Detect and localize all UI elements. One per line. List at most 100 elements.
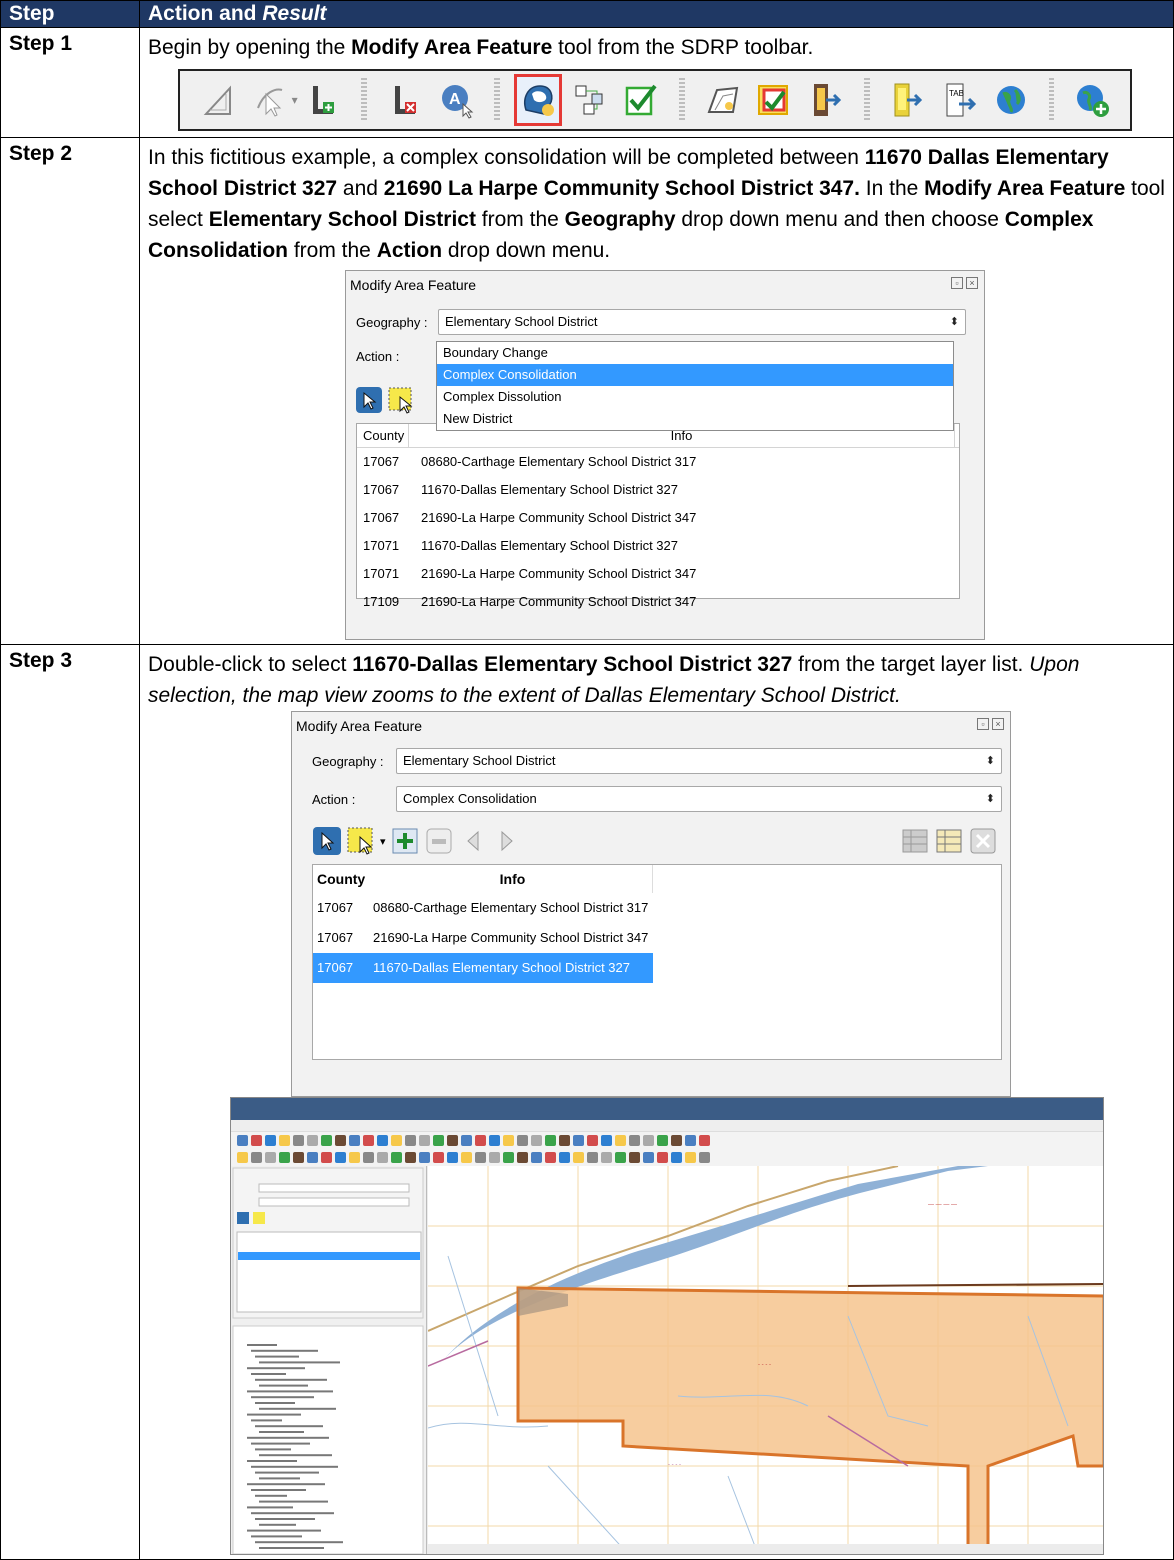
toolbar-button-icon[interactable]: [419, 1135, 430, 1146]
toolbar-button-icon[interactable]: [349, 1135, 360, 1146]
toolbar-button-icon[interactable]: [503, 1152, 514, 1163]
toolbar-button-icon[interactable]: [405, 1135, 416, 1146]
table-edit-icon[interactable]: [934, 826, 964, 856]
add-icon[interactable]: [390, 826, 420, 856]
dropdown-option[interactable]: Complex Consolidation: [437, 364, 953, 386]
chevron-down-icon[interactable]: ▾: [292, 93, 298, 107]
toolbar-button-icon[interactable]: [293, 1152, 304, 1163]
toolbar-button-icon[interactable]: [405, 1152, 416, 1163]
toolbar-button-icon[interactable]: [489, 1152, 500, 1163]
modify-area-feature-icon[interactable]: [513, 74, 562, 126]
table-row[interactable]: 17067 08680-Carthage Elementary School Di…: [357, 448, 959, 476]
select-rectangle-icon[interactable]: [386, 385, 416, 415]
export-icon[interactable]: [804, 76, 848, 124]
toolbar-button-icon[interactable]: [349, 1152, 360, 1163]
float-icon[interactable]: ▫: [977, 718, 989, 730]
table-grey-icon[interactable]: [900, 826, 930, 856]
toolbar-button-icon[interactable]: [391, 1152, 402, 1163]
toolbar-button-icon[interactable]: [419, 1152, 430, 1163]
target-layer-list[interactable]: County Info 17067 08680-Carthage Elementa…: [312, 864, 1002, 1060]
toolbar-button-icon[interactable]: [629, 1152, 640, 1163]
toolbar-button-icon[interactable]: [461, 1152, 472, 1163]
toolbar-button-icon[interactable]: [601, 1152, 612, 1163]
toolbar-button-icon[interactable]: [363, 1135, 374, 1146]
remove-icon[interactable]: [424, 826, 454, 856]
edit-shape-icon[interactable]: [701, 76, 745, 124]
toolbar-button-icon[interactable]: [321, 1135, 332, 1146]
toolbar-button-icon[interactable]: [363, 1152, 374, 1163]
toolbar-button-icon[interactable]: [531, 1152, 542, 1163]
toolbar-button-icon[interactable]: [629, 1135, 640, 1146]
toolbar-button-icon[interactable]: [377, 1152, 388, 1163]
toolbar-button-icon[interactable]: [279, 1152, 290, 1163]
table-row[interactable]: 17067 11670-Dallas Elementary School Dist…: [313, 953, 653, 983]
toolbar-button-icon[interactable]: [251, 1152, 262, 1163]
toolbar-button-icon[interactable]: [643, 1152, 654, 1163]
toolbar-button-icon[interactable]: [685, 1152, 696, 1163]
toolbar-button-icon[interactable]: [545, 1152, 556, 1163]
toolbar-button-icon[interactable]: [447, 1152, 458, 1163]
table-row[interactable]: 17071 21690-La Harpe Community School Dis…: [357, 560, 959, 588]
column-county[interactable]: County: [313, 865, 373, 893]
toolbar-button-icon[interactable]: [265, 1152, 276, 1163]
toolbar-button-icon[interactable]: [573, 1152, 584, 1163]
toolbar-button-icon[interactable]: [559, 1135, 570, 1146]
measure-icon[interactable]: [196, 76, 240, 124]
table-row[interactable]: 17067 08680-Carthage Elementary School Di…: [313, 893, 653, 923]
toolbar-button-icon[interactable]: [377, 1135, 388, 1146]
select-feature-icon[interactable]: [354, 385, 384, 415]
toolbar-button-icon[interactable]: [265, 1135, 276, 1146]
add-layer-icon[interactable]: [302, 76, 346, 124]
close-icon[interactable]: ×: [966, 277, 978, 289]
toolbar-button-icon[interactable]: [433, 1152, 444, 1163]
previous-icon[interactable]: [458, 826, 488, 856]
review-check-icon[interactable]: [619, 76, 663, 124]
toolbar-button-icon[interactable]: [475, 1152, 486, 1163]
table-row[interactable]: 17067 21690-La Harpe Community School Dis…: [313, 923, 653, 953]
toolbar-button-icon[interactable]: [615, 1152, 626, 1163]
toolbar-button-icon[interactable]: [251, 1135, 262, 1146]
select-feature-icon[interactable]: [312, 826, 342, 856]
toolbar-button-icon[interactable]: [671, 1152, 682, 1163]
toolbar-button-icon[interactable]: [447, 1135, 458, 1146]
toolbar-button-icon[interactable]: [335, 1152, 346, 1163]
toolbar-button-icon[interactable]: [321, 1152, 332, 1163]
toolbar-button-icon[interactable]: [279, 1135, 290, 1146]
tab-export-icon[interactable]: TAB: [937, 76, 981, 124]
column-county[interactable]: County: [357, 424, 409, 447]
toolbar-button-icon[interactable]: [489, 1135, 500, 1146]
toolbar-button-icon[interactable]: [433, 1135, 444, 1146]
target-layer-list[interactable]: County Info 17067 08680-Carthage Elementa…: [356, 423, 960, 609]
toolbar-button-icon[interactable]: [699, 1135, 710, 1146]
globe-icon[interactable]: [989, 76, 1033, 124]
dropdown-option[interactable]: Complex Dissolution: [437, 386, 953, 408]
toolbar-button-icon[interactable]: [657, 1152, 668, 1163]
toolbar-button-icon[interactable]: [335, 1135, 346, 1146]
toolbar-button-icon[interactable]: [573, 1135, 584, 1146]
toolbar-button-icon[interactable]: [587, 1135, 598, 1146]
import-icon[interactable]: [886, 76, 930, 124]
close-box-icon[interactable]: [968, 826, 998, 856]
map-canvas[interactable]: — — — — - - - - - - - -: [427, 1165, 1103, 1554]
label-icon[interactable]: A: [435, 76, 479, 124]
toolbar-button-icon[interactable]: [559, 1152, 570, 1163]
toolbar-button-icon[interactable]: [601, 1135, 612, 1146]
toolbar-button-icon[interactable]: [237, 1135, 248, 1146]
toolbar-button-icon[interactable]: [517, 1135, 528, 1146]
remove-layer-icon[interactable]: [383, 76, 427, 124]
toolbar-button-icon[interactable]: [657, 1135, 668, 1146]
dropdown-option[interactable]: Boundary Change: [437, 342, 953, 364]
table-row[interactable]: 17067 21690-La Harpe Community School Dis…: [357, 504, 959, 532]
geography-select[interactable]: Elementary School District ⬍: [438, 309, 966, 335]
toolbar-button-icon[interactable]: [615, 1135, 626, 1146]
add-globe-icon[interactable]: [1070, 76, 1114, 124]
close-icon[interactable]: ×: [992, 718, 1004, 730]
topology-icon[interactable]: [568, 76, 612, 124]
chevron-down-icon[interactable]: ▾: [380, 835, 386, 848]
dropdown-option[interactable]: New District: [437, 408, 953, 430]
toolbar-button-icon[interactable]: [307, 1152, 318, 1163]
table-row[interactable]: 17109 21690-La Harpe Community School Dis…: [357, 588, 959, 616]
toolbar-button-icon[interactable]: [475, 1135, 486, 1146]
validate-icon[interactable]: [752, 76, 796, 124]
action-select[interactable]: Complex Consolidation ⬍: [396, 786, 1002, 812]
